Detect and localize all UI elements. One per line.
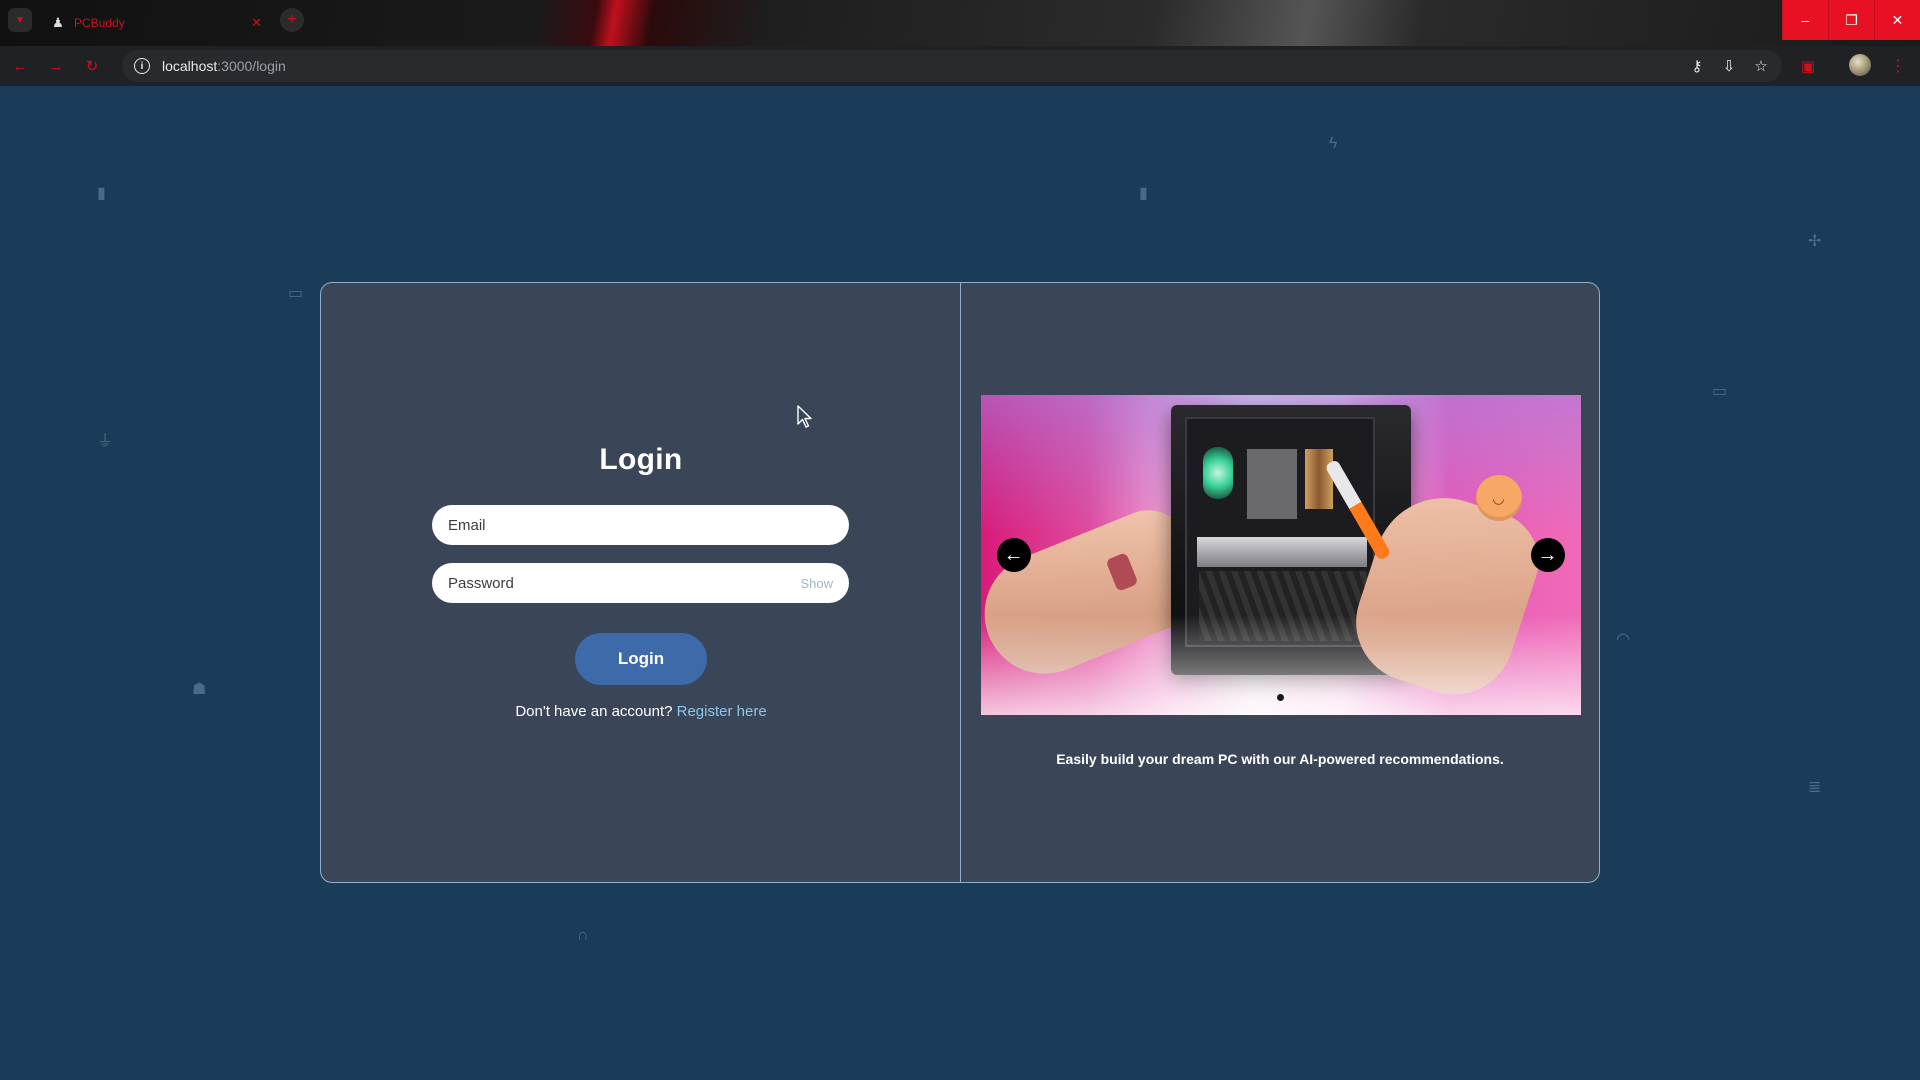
pc-gpu-image xyxy=(1196,537,1367,567)
carousel-next-icon[interactable]: → xyxy=(1530,538,1565,572)
url-text[interactable]: localhost:3000/login xyxy=(162,58,286,74)
back-button[interactable]: ← xyxy=(4,50,36,82)
register-link[interactable]: Register here xyxy=(677,703,767,720)
pc-cooler-image xyxy=(1246,449,1297,519)
carousel-dot[interactable] xyxy=(1277,694,1284,701)
reload-button[interactable]: ↻ xyxy=(76,50,108,82)
carousel-caption: Easily build your dream PC with our AI-p… xyxy=(1056,751,1504,767)
url-host: localhost xyxy=(162,58,218,74)
show-password-toggle[interactable]: Show xyxy=(800,576,833,591)
password-field[interactable]: Show xyxy=(432,563,849,603)
tab-close-icon[interactable]: ✕ xyxy=(251,15,262,31)
memory-icon: ▮ xyxy=(1139,185,1148,202)
password-key-icon[interactable]: ⚷ xyxy=(1688,57,1706,75)
pc-fan-image xyxy=(1202,447,1233,499)
window-controls: – ❐ ✕ xyxy=(1782,0,1920,40)
promo-pane: ◡ ← → Easily build your dream PC with ou… xyxy=(961,283,1600,882)
tab-title: PCBuddy xyxy=(74,16,125,30)
pc-case-window xyxy=(1184,417,1375,647)
wifi-icon: ◠ xyxy=(1616,631,1630,648)
login-title: Login xyxy=(599,443,683,476)
password-input[interactable] xyxy=(448,574,801,592)
browser-menu-icon[interactable]: ⋮ xyxy=(1890,54,1906,78)
address-bar[interactable]: i localhost:3000/login ⚷ ⇩ ☆ xyxy=(122,50,1782,82)
register-prompt: Don't have an account? Register here xyxy=(321,703,961,720)
lightning-icon: ϟ xyxy=(1329,135,1338,152)
image-carousel[interactable]: ◡ ← → xyxy=(980,395,1581,715)
email-field[interactable] xyxy=(432,505,849,545)
omnibox-actions: ⚷ ⇩ ☆ xyxy=(1688,50,1770,82)
headset-icon: ∩ xyxy=(577,927,589,944)
site-info-icon[interactable]: i xyxy=(134,58,150,74)
server-icon: ≣ xyxy=(1808,779,1822,796)
mouse-cursor-icon xyxy=(797,405,812,428)
smiley-icon: ◡ xyxy=(1475,475,1522,521)
url-path: :3000/login xyxy=(217,58,286,74)
carousel-prev-icon[interactable]: ← xyxy=(996,538,1031,572)
keyboard-icon: ▭ xyxy=(1712,383,1728,400)
keyboard-icon: ▭ xyxy=(288,285,304,302)
plug-icon: ⏚ xyxy=(97,433,114,450)
email-input[interactable] xyxy=(448,516,833,534)
battery-icon: ▮ xyxy=(97,185,106,202)
tab-favicon-icon: ♟ xyxy=(52,15,64,30)
extension-icon[interactable]: ▣ xyxy=(1798,56,1818,76)
forward-button[interactable]: → xyxy=(40,50,72,82)
tab-search-icon[interactable]: ▼ xyxy=(8,8,32,32)
login-pane: Login Show Login Don't have an account? … xyxy=(321,283,961,882)
fan-icon: ✢ xyxy=(1808,233,1822,250)
hdd-icon: ☗ xyxy=(192,681,207,698)
register-prompt-text: Don't have an account? xyxy=(515,703,677,720)
bookmark-star-icon[interactable]: ☆ xyxy=(1752,57,1770,75)
login-button[interactable]: Login xyxy=(575,633,707,685)
restore-button[interactable]: ❐ xyxy=(1828,0,1874,40)
install-app-icon[interactable]: ⇩ xyxy=(1720,57,1738,75)
browser-toolbar: ← → ↻ i localhost:3000/login ⚷ ⇩ ☆ ▣ ⋮ xyxy=(0,46,1920,86)
minimize-button[interactable]: – xyxy=(1782,0,1828,40)
new-tab-button[interactable]: + xyxy=(280,8,304,32)
profile-avatar[interactable] xyxy=(1849,54,1871,76)
login-card: Login Show Login Don't have an account? … xyxy=(320,282,1600,883)
browser-tabstrip: ▼ ♟ PCBuddy ✕ + – ❐ ✕ xyxy=(0,0,1920,46)
pc-ram-image xyxy=(1304,449,1333,509)
carousel-dots xyxy=(981,694,1581,701)
close-window-button[interactable]: ✕ xyxy=(1874,0,1920,40)
browser-tab[interactable]: ♟ PCBuddy ✕ xyxy=(40,6,272,40)
